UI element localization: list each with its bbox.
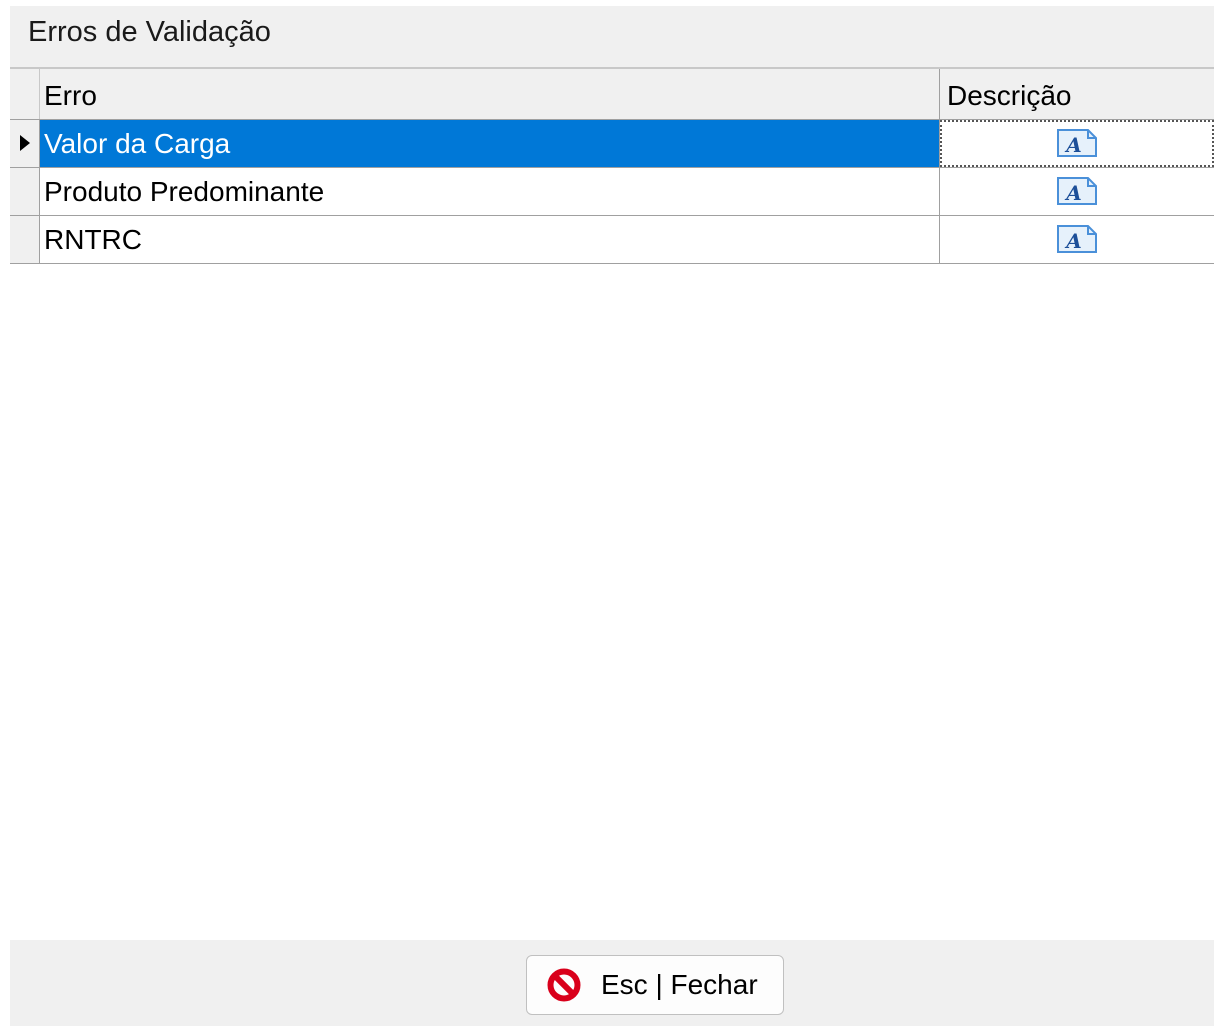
row-indicator[interactable] [10,120,40,167]
erro-cell[interactable]: Valor da Carga [40,120,940,167]
grid-header-row: Erro Descrição [10,68,1214,120]
descricao-cell[interactable]: A [940,216,1214,263]
svg-text:A: A [1064,133,1082,157]
svg-text:A: A [1064,181,1082,205]
close-button[interactable]: Esc | Fechar [526,955,784,1015]
stop-icon [547,968,581,1002]
table-row[interactable]: RNTRC A [10,216,1214,264]
table-row[interactable]: Produto Predominante A [10,168,1214,216]
current-row-arrow-icon [20,135,30,151]
descricao-cell[interactable]: A [940,168,1214,215]
row-indicator[interactable] [10,216,40,263]
close-button-label: Esc | Fechar [601,969,758,1000]
footer-bar: Esc | Fechar [10,940,1214,1026]
errors-grid[interactable]: Erro Descrição Valor da Carga A Produto … [10,68,1214,264]
table-row[interactable]: Valor da Carga A [10,120,1214,168]
erro-cell[interactable]: Produto Predominante [40,168,940,215]
descricao-cell[interactable]: A [940,120,1214,167]
title-bar: Erros de Validação [10,6,1214,68]
text-document-icon[interactable]: A [1056,224,1098,254]
window-title: Erros de Validação [28,16,271,48]
text-document-icon[interactable]: A [1056,128,1098,158]
svg-text:A: A [1064,229,1082,253]
row-indicator[interactable] [10,168,40,215]
row-indicator-header [10,69,40,119]
column-header-descricao[interactable]: Descrição [940,69,1214,119]
text-document-icon[interactable]: A [1056,176,1098,206]
validation-errors-window: Erros de Validação Erro Descrição Valor … [0,0,1214,1026]
column-header-erro[interactable]: Erro [40,69,940,119]
erro-cell[interactable]: RNTRC [40,216,940,263]
